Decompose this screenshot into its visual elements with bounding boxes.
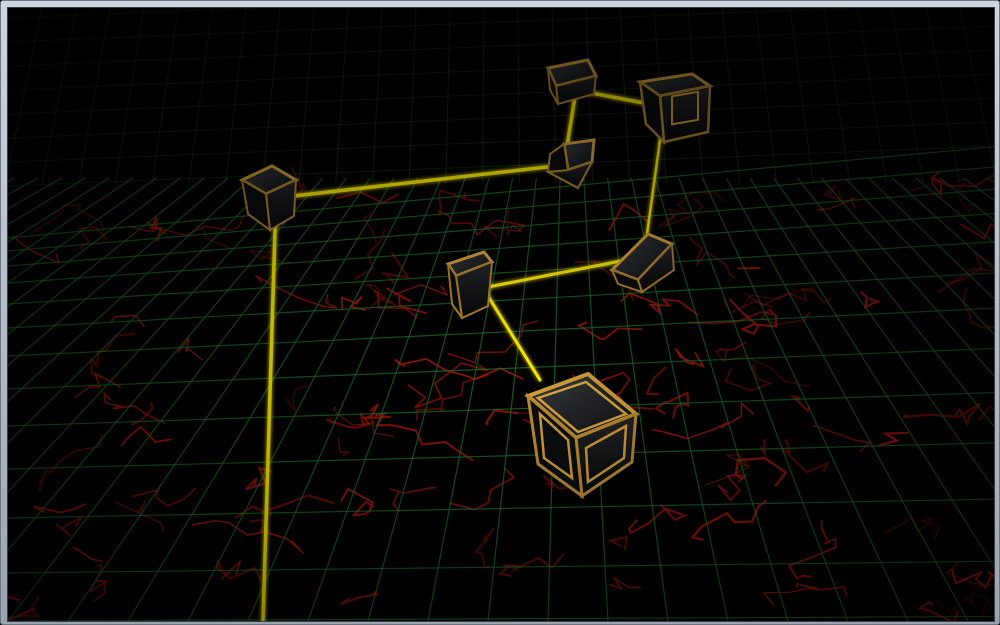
scene-canvas[interactable]: [8, 8, 994, 621]
game-viewport[interactable]: [7, 7, 995, 622]
game-window-frame: [0, 0, 1000, 625]
vignette-overlay: [8, 8, 994, 621]
